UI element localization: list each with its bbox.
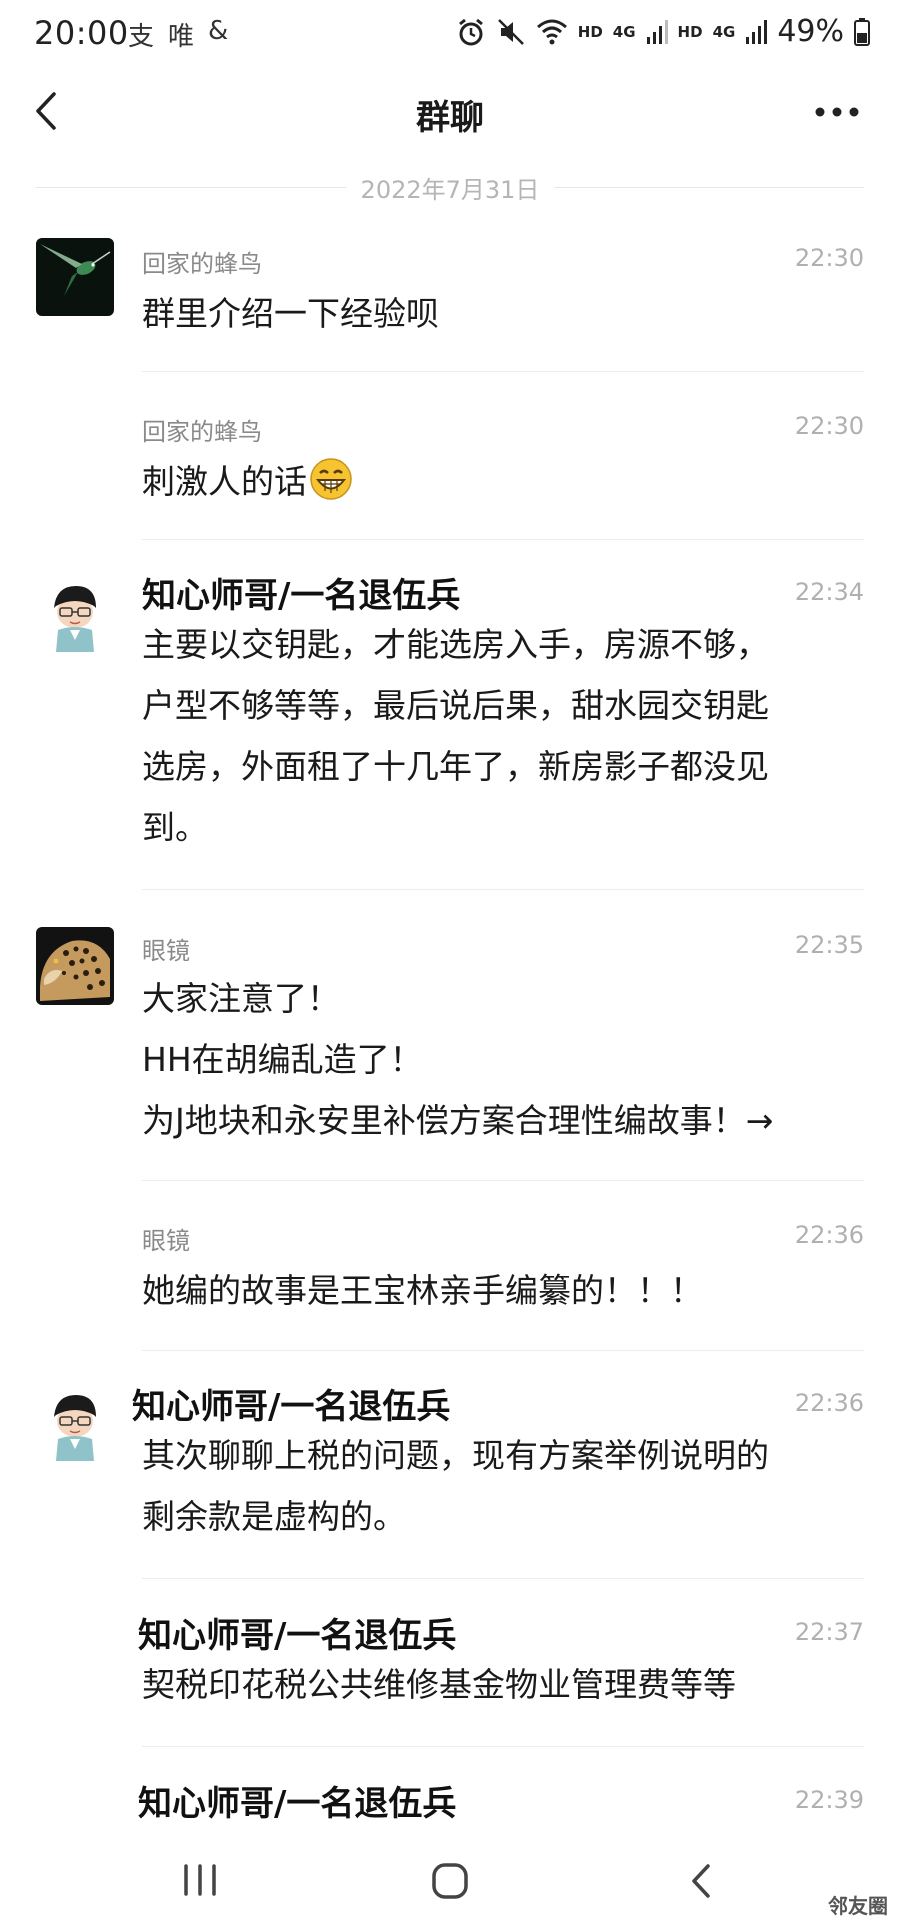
wifi-icon — [536, 19, 567, 44]
message-time: 22:39 — [794, 1786, 864, 1814]
status-indicators: HD 4G HD 4G 49% — [456, 14, 870, 49]
4g-label: 4G — [612, 22, 636, 41]
sender-name: 回家的蜂鸟 — [142, 418, 262, 446]
signal-icon — [646, 19, 668, 44]
divider — [554, 187, 864, 188]
watermark: 邻友圈 — [828, 1894, 888, 1918]
message-line: 她编的故事是王宝林亲手编纂的！！！ — [142, 1271, 703, 1310]
hummingbird-avatar[interactable] — [36, 238, 114, 316]
message-line: 为J地块和永安里补偿方案合理性编故事！→ — [142, 1101, 774, 1140]
message-text: 她编的故事是王宝林亲手编纂的！！！ — [142, 1260, 864, 1321]
mute-icon — [497, 18, 524, 45]
system-nav-bar — [0, 1840, 900, 1930]
message-line: 其次聊聊上税的问题，现有方案举例说明的 — [142, 1436, 769, 1475]
message-time: 22:36 — [794, 1389, 864, 1417]
more-dots-icon — [815, 107, 859, 117]
message-line: 刺激人的话 — [142, 451, 864, 512]
sender-name: 知心师哥/一名退伍兵 — [138, 1616, 457, 1656]
message-time: 22:36 — [794, 1221, 864, 1249]
alipay-icon: 支 — [128, 22, 155, 52]
battery-percent: 49% — [777, 14, 844, 49]
divider — [142, 1578, 864, 1579]
system-back-button[interactable] — [686, 1862, 716, 1904]
sender-name: 眼镜 — [142, 1227, 190, 1255]
back-icon — [692, 1864, 710, 1898]
sender-name: 回家的蜂鸟 — [142, 250, 262, 278]
message-text: 群里介绍一下经验呗 — [142, 283, 864, 344]
message-line: 选房，外面租了十几年了，新房影子都没见 — [142, 747, 769, 786]
hd-label: HD — [577, 22, 603, 41]
message-text: 其次聊聊上税的问题，现有方案举例说明的 剩余款是虚构的。 — [142, 1425, 864, 1547]
divider — [142, 1180, 864, 1181]
recent-apps-button[interactable] — [180, 1862, 220, 1902]
divider — [142, 1350, 864, 1351]
sender-name: 知心师哥/一名退伍兵 — [132, 1387, 451, 1427]
message-time: 22:35 — [794, 931, 864, 959]
message-line: HH在胡编乱造了！ — [142, 1040, 423, 1079]
message-time: 22:30 — [794, 244, 864, 272]
more-button[interactable] — [812, 94, 862, 130]
divider — [142, 539, 864, 540]
message-line: 主要以交钥匙，才能选房入手，房源不够， — [142, 625, 769, 664]
message-time: 22:34 — [794, 578, 864, 606]
notification-app-icon: & — [208, 16, 229, 46]
message-text: 主要以交钥匙，才能选房入手，房源不够， 户型不够等等，最后说后果，甜水园交钥匙 … — [142, 614, 864, 858]
message-line-text: 刺激人的话 — [142, 462, 307, 501]
status-bar: 20:00 支 唯 & HD 4G HD 4G 49% — [0, 0, 900, 70]
message-line: 群里介绍一下经验呗 — [142, 294, 439, 333]
message-text: 刺激人的话 — [142, 451, 864, 512]
message-line: 户型不够等等，最后说后果，甜水园交钥匙 — [142, 686, 769, 725]
message-text: 契税印花税公共维修基金物业管理费等等 — [142, 1654, 864, 1715]
hd-label-2: HD — [677, 22, 703, 41]
cartoon-boy-avatar[interactable] — [36, 1387, 114, 1465]
nav-bar: 群聊 — [0, 72, 900, 152]
message-line: 契税印花税公共维修基金物业管理费等等 — [142, 1665, 736, 1704]
cartoon-boy-avatar[interactable] — [36, 578, 114, 656]
alarm-icon — [458, 18, 483, 45]
sender-name: 知心师哥/一名退伍兵 — [142, 576, 461, 616]
vip-app-icon: 唯 — [168, 22, 195, 52]
grinning-emoji-icon — [310, 458, 352, 500]
signal-icon-2 — [746, 19, 768, 44]
divider — [142, 371, 864, 372]
message-text: 大家注意了！ HH在胡编乱造了！ 为J地块和永安里补偿方案合理性编故事！→ — [142, 968, 864, 1151]
sender-name: 知心师哥/一名退伍兵 — [138, 1784, 457, 1824]
divider — [142, 1746, 864, 1747]
divider — [142, 889, 864, 890]
status-time: 20:00 — [34, 14, 129, 52]
home-icon — [432, 1863, 468, 1899]
battery-icon — [854, 17, 870, 46]
message-time: 22:37 — [794, 1618, 864, 1646]
message-time: 22:30 — [794, 412, 864, 440]
home-button[interactable] — [430, 1862, 470, 1904]
message-line: 大家注意了！ — [142, 979, 340, 1018]
sender-name: 眼镜 — [142, 937, 190, 965]
leopard-avatar[interactable] — [36, 927, 114, 1005]
page-title: 群聊 — [416, 98, 484, 138]
date-separator: 2022年7月31日 — [36, 170, 864, 206]
recent-apps-icon — [184, 1864, 216, 1896]
4g-label-2: 4G — [712, 22, 736, 41]
message-line: 到。 — [142, 808, 208, 847]
status-app-icons: 支 唯 & — [128, 16, 228, 53]
message-line: 剩余款是虚构的。 — [142, 1497, 406, 1536]
